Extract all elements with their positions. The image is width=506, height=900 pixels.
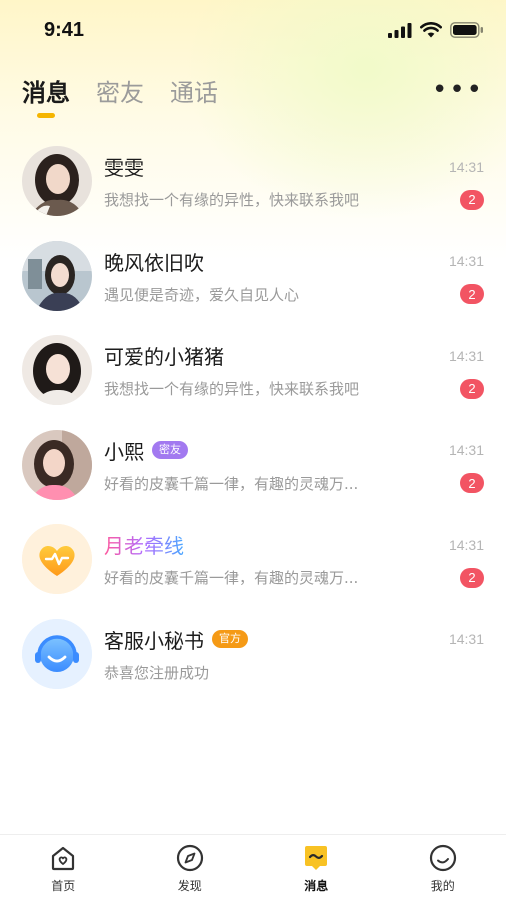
message-icon (305, 846, 328, 870)
status-icons (388, 22, 484, 38)
contact-name: 可爱的小猪猪 (104, 345, 224, 370)
avatar (22, 240, 92, 311)
contact-name: 小熙 (104, 439, 144, 464)
headset-smile-icon (22, 618, 92, 689)
message-preview: 遇见便是奇迹，爱久自见人心 (104, 285, 300, 304)
unread-count-badge: 2 (460, 473, 484, 494)
tab-close-friends[interactable]: 密友 (96, 73, 144, 108)
tab-group: 消息 密友 通话 (22, 73, 218, 108)
status-bar: 9:41 (0, 0, 506, 60)
conversation-item[interactable]: 雯雯 14:31 我想找一个有缘的异性，快来联系我吧 2 (0, 134, 506, 229)
wifi-icon (420, 22, 442, 38)
conversation-item[interactable]: 可爱的小猪猪 14:31 我想找一个有缘的异性，快来联系我吧 2 (0, 323, 506, 418)
customer-service-avatar (22, 618, 92, 689)
nav-messages[interactable]: 消息 (253, 835, 380, 900)
nav-profile[interactable]: 我的 (380, 835, 506, 900)
matchmaker-avatar (22, 524, 92, 595)
message-time: 14:31 (448, 536, 484, 553)
more-options-button[interactable]: ••• (432, 77, 484, 103)
message-preview: 好看的皮囊千篇一律，有趣的灵魂万... (104, 474, 359, 493)
conversation-item[interactable]: 月老牵线 14:31 好看的皮囊千篇一律，有趣的灵魂万... 2 (0, 512, 506, 607)
tab-messages[interactable]: 消息 (22, 73, 70, 108)
home-icon (52, 846, 75, 871)
nav-home[interactable]: 首页 (0, 835, 127, 900)
unread-count-badge: 2 (460, 567, 484, 588)
avatar (22, 335, 92, 406)
message-time: 14:31 (448, 442, 484, 459)
nav-messages-label: 消息 (304, 879, 329, 893)
conversation-item[interactable]: 客服小秘书 官方 14:31 恭喜您注册成功 (0, 607, 506, 702)
official-tag: 官方 (212, 630, 248, 649)
message-preview: 我想找一个有缘的异性，快来联系我吧 (104, 380, 360, 399)
nav-discover[interactable]: 发现 (127, 835, 254, 900)
message-time: 14:31 (448, 347, 484, 364)
message-preview: 好看的皮囊千篇一律，有趣的灵魂万... (104, 569, 359, 588)
conversation-list: 雯雯 14:31 我想找一个有缘的异性，快来联系我吧 2 晚风依旧吹 14:31… (0, 134, 506, 701)
contact-name: 客服小秘书 (104, 628, 204, 653)
profile-icon (429, 844, 456, 872)
contact-name: 雯雯 (104, 156, 144, 181)
signal-icon (388, 23, 412, 38)
message-time: 14:31 (448, 253, 484, 270)
heart-pulse-icon (22, 524, 92, 595)
contact-name: 晚风依旧吹 (104, 250, 204, 275)
battery-icon (450, 22, 483, 38)
conversation-item[interactable]: 小熙 密友 14:31 好看的皮囊千篇一律，有趣的灵魂万... 2 (0, 418, 506, 513)
message-preview: 我想找一个有缘的异性，快来联系我吧 (104, 191, 360, 210)
message-preview: 恭喜您注册成功 (104, 663, 210, 682)
contact-name: 月老牵线 (104, 530, 184, 559)
bottom-navigation: 首页 发现 消息 我的 (0, 834, 506, 900)
unread-count-badge: 2 (460, 189, 484, 210)
close-friend-tag: 密友 (152, 441, 188, 460)
avatar (22, 429, 92, 500)
unread-count-badge: 2 (460, 378, 484, 399)
conversation-item[interactable]: 晚风依旧吹 14:31 遇见便是奇迹，爱久自见人心 2 (0, 229, 506, 324)
tab-calls[interactable]: 通话 (170, 73, 218, 108)
nav-discover-label: 发现 (177, 879, 202, 893)
nav-home-label: 首页 (51, 879, 76, 893)
avatar (22, 146, 92, 217)
message-time: 14:31 (448, 631, 484, 648)
message-time: 14:31 (448, 158, 484, 175)
status-time: 9:41 (44, 18, 85, 41)
nav-profile-label: 我的 (430, 879, 455, 893)
top-tabs-bar: 消息 密友 通话 ••• (0, 60, 506, 120)
compass-icon (176, 844, 203, 872)
unread-count-badge: 2 (460, 284, 484, 305)
